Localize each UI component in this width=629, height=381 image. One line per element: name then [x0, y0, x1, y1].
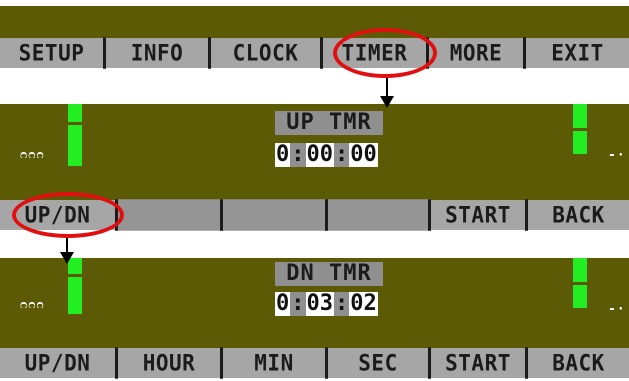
- down-timer-label: DN TMR: [275, 262, 383, 286]
- minute-button[interactable]: MIN: [223, 347, 328, 379]
- up-dn-arrow-head: [60, 252, 74, 264]
- blank-softkey[interactable]: [328, 199, 431, 231]
- second-button[interactable]: SEC: [328, 347, 431, 379]
- timer-arrow-line: [386, 78, 388, 98]
- hour-digit: 0: [275, 142, 291, 167]
- back-button[interactable]: BACK: [528, 199, 629, 231]
- top-menu-bar: SETUP INFO CLOCK TIMER MORE EXIT: [0, 37, 629, 69]
- blank-softkey[interactable]: [118, 199, 223, 231]
- menu-more-button[interactable]: MORE: [429, 37, 526, 69]
- blank-softkey[interactable]: [223, 199, 328, 231]
- left-channel-glyph: ᴒᴒᴒ: [20, 147, 45, 162]
- timer-arrow-head: [380, 96, 394, 108]
- meter-divider: [573, 282, 587, 285]
- right-channel-glyph: -·: [608, 302, 626, 317]
- hour-digit: 0: [275, 291, 291, 316]
- up-timer-value: 0 : 00 : 00: [275, 143, 378, 167]
- menu-exit-button[interactable]: EXIT: [526, 37, 629, 69]
- down-timer-menu-bar: UP/DN HOUR MIN SEC START BACK: [0, 347, 629, 379]
- start-button[interactable]: START: [431, 199, 528, 231]
- time-separator: :: [334, 291, 350, 316]
- up-dn-toggle-button[interactable]: UP/DN: [0, 347, 118, 379]
- meter-divider: [68, 274, 82, 277]
- top-display-strip: [0, 6, 629, 38]
- hour-button[interactable]: HOUR: [118, 347, 223, 379]
- left-level-meter: [68, 104, 82, 166]
- up-dn-highlight-oval: [12, 192, 124, 238]
- left-level-meter: [68, 258, 82, 314]
- back-button[interactable]: BACK: [528, 347, 629, 379]
- time-separator: :: [290, 142, 306, 167]
- up-timer-label: UP TMR: [275, 111, 383, 135]
- timer-highlight-oval: [333, 28, 437, 78]
- time-separator: :: [334, 142, 350, 167]
- left-channel-glyph: ᴒᴒᴒ: [20, 297, 45, 312]
- meter-divider: [68, 122, 82, 125]
- minute-digits: 00: [305, 142, 334, 167]
- menu-clock-button[interactable]: CLOCK: [211, 37, 323, 69]
- meter-divider: [573, 128, 587, 131]
- time-separator: :: [290, 291, 306, 316]
- start-button[interactable]: START: [431, 347, 528, 379]
- minute-digits: 03: [305, 291, 334, 316]
- second-digits: 02: [349, 291, 378, 316]
- menu-info-button[interactable]: INFO: [106, 37, 211, 69]
- down-timer-value: 0 : 03 : 02: [275, 292, 378, 316]
- second-digits: 00: [349, 142, 378, 167]
- menu-setup-button[interactable]: SETUP: [0, 37, 106, 69]
- right-channel-glyph: -·: [608, 148, 626, 163]
